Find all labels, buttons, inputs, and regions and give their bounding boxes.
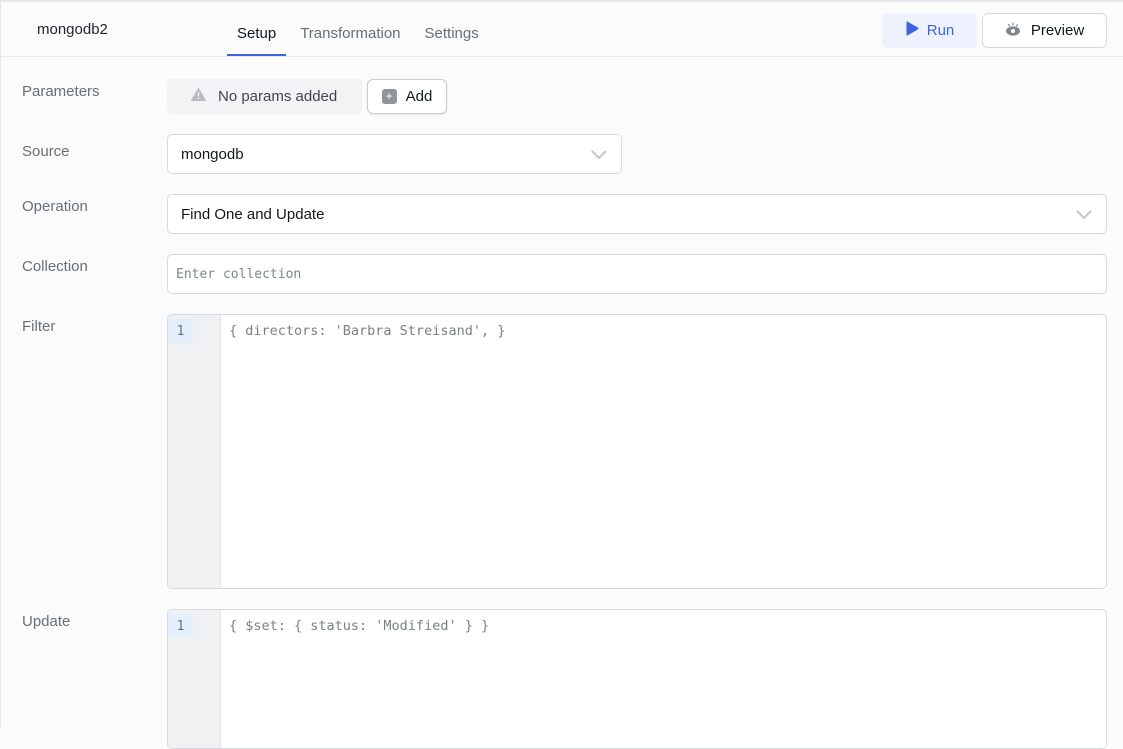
source-value: mongodb bbox=[181, 145, 244, 163]
operation-value: Find One and Update bbox=[181, 205, 325, 223]
query-editor-panel: mongodb2 Setup Transformation Settings R… bbox=[0, 0, 1123, 749]
update-label: Update bbox=[22, 613, 71, 630]
line-number: 1 bbox=[168, 319, 193, 343]
query-tabs: Setup Transformation Settings bbox=[227, 2, 493, 57]
plus-icon: + bbox=[381, 89, 397, 104]
warning-icon bbox=[191, 88, 206, 105]
line-number: 1 bbox=[168, 614, 193, 638]
source-label: Source bbox=[22, 143, 70, 160]
collection-input[interactable] bbox=[167, 254, 1107, 294]
add-label: Add bbox=[405, 88, 433, 105]
operation-select[interactable]: Find One and Update bbox=[167, 194, 1107, 234]
add-parameter-button[interactable]: + Add bbox=[367, 79, 447, 114]
tab-setup[interactable]: Setup bbox=[227, 2, 287, 56]
preview-button[interactable]: Preview bbox=[982, 13, 1107, 48]
filter-code-editor[interactable]: 1 { directors: 'Barbra Streisand', } bbox=[167, 314, 1107, 589]
editor-gutter: 1 bbox=[168, 610, 221, 748]
tab-settings[interactable]: Settings bbox=[415, 2, 489, 55]
editor-gutter: 1 bbox=[168, 315, 221, 588]
source-select[interactable]: mongodb bbox=[167, 134, 622, 174]
preview-label: Preview bbox=[1030, 22, 1085, 39]
play-icon bbox=[905, 21, 919, 40]
run-button[interactable]: Run bbox=[882, 13, 977, 48]
update-code-line: { $set: { status: 'Modified' } } bbox=[229, 618, 490, 634]
collection-label: Collection bbox=[22, 258, 88, 275]
query-name[interactable]: mongodb2 bbox=[37, 21, 108, 38]
filter-code-line: { directors: 'Barbra Streisand', } bbox=[229, 323, 506, 339]
parameters-label: Parameters bbox=[22, 83, 100, 100]
chevron-down-icon bbox=[1076, 207, 1092, 224]
operation-label: Operation bbox=[22, 198, 88, 215]
run-label: Run bbox=[926, 22, 955, 39]
no-params-notice: No params added bbox=[167, 79, 362, 114]
query-header: mongodb2 Setup Transformation Settings R… bbox=[1, 2, 1123, 57]
tab-transformation[interactable]: Transformation bbox=[290, 2, 410, 55]
chevron-down-icon bbox=[591, 147, 607, 164]
no-params-text: No params added bbox=[218, 88, 338, 105]
eye-icon bbox=[1005, 21, 1021, 40]
update-code-editor[interactable]: 1 { $set: { status: 'Modified' } } bbox=[167, 609, 1107, 749]
filter-label: Filter bbox=[22, 318, 56, 335]
